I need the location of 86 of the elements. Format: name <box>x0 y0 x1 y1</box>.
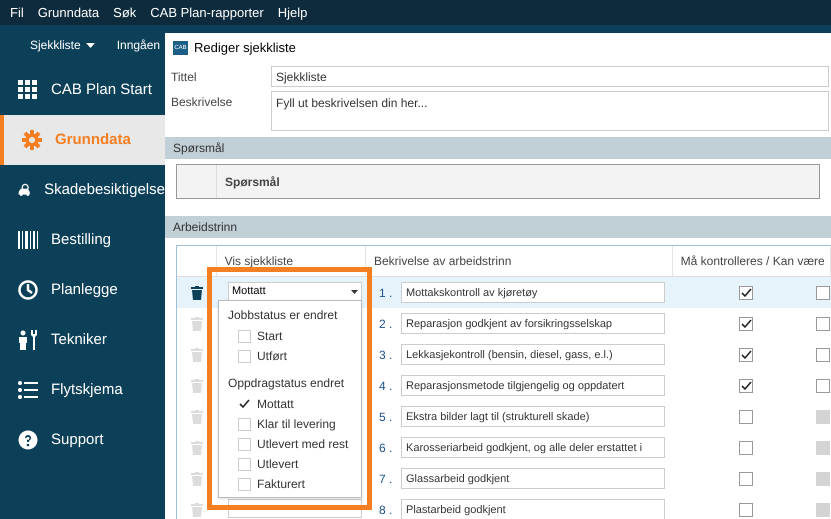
checkbox[interactable] <box>238 418 251 430</box>
checkbox[interactable] <box>238 478 251 490</box>
checkbox[interactable] <box>238 438 251 450</box>
caret-icon <box>351 290 358 294</box>
checkbox[interactable] <box>238 458 251 470</box>
option-label[interactable]: Start <box>257 327 282 345</box>
step-description-field[interactable]: Karosseriarbeid godkjent, og alle deler erstattet i <box>401 437 665 458</box>
description-field[interactable]: Fyll ut beskrivelsen din her... <box>271 91 829 131</box>
checkbox[interactable] <box>238 330 251 342</box>
sidebar-item[interactable]: Tekniker <box>0 315 165 365</box>
trash-icon[interactable] <box>191 286 203 300</box>
step-number: 1 . <box>379 284 394 302</box>
check-icon <box>239 399 250 409</box>
checkbox[interactable] <box>739 378 753 392</box>
check-icon <box>740 380 752 390</box>
menu-item[interactable]: CAB Plan-rapporter <box>150 2 264 22</box>
group-heading: Oppdragstatus endret <box>227 375 346 392</box>
column-header: Må kontrolleres / Kan være <box>680 253 825 270</box>
step-description-field[interactable]: Mottakskontroll av kjøretøy <box>401 282 665 303</box>
barcode-icon <box>18 230 38 250</box>
option-label[interactable]: Utlevert <box>257 455 298 473</box>
step-description-field[interactable]: Glassarbeid godkjent <box>401 468 665 489</box>
grid-icon <box>18 80 38 100</box>
sidebar-item[interactable]: Support <box>0 415 165 465</box>
sidebar-item[interactable]: Skadebesiktigelse <box>0 165 165 215</box>
checkbox[interactable] <box>816 286 830 300</box>
group-heading: Jobbstatus er endret <box>227 307 338 324</box>
sidebar-item[interactable]: CAB Plan Start <box>0 65 165 115</box>
section-header: Spørsmål <box>165 137 831 159</box>
checkbox[interactable] <box>816 316 830 330</box>
step-number: 7 . <box>379 470 394 488</box>
dialog-title: Rediger sjekkliste <box>194 38 296 57</box>
column-header: Bekrivelse av arbeidstrinn <box>374 253 512 270</box>
checkbox[interactable] <box>739 286 753 300</box>
step-number: 5 . <box>379 408 394 426</box>
column-header: Spørsmål <box>224 174 280 190</box>
sidebar-item[interactable]: Planlegge <box>0 265 165 315</box>
menu-item[interactable]: Hjelp <box>278 2 308 22</box>
column-header: Vis sjekkliste <box>224 253 294 270</box>
menu-item[interactable]: Fil <box>10 2 24 22</box>
menu-item[interactable]: Søk <box>113 2 136 22</box>
section-header: Arbeidstrinn <box>165 216 831 238</box>
toolbar-menu[interactable]: Inngåen <box>116 36 160 54</box>
help-icon <box>18 430 38 450</box>
option-label[interactable]: Utført <box>257 347 287 365</box>
checkbox[interactable] <box>739 472 753 486</box>
step-description-field[interactable]: Plastarbeid godkjent <box>401 499 665 519</box>
checkbox[interactable] <box>238 398 251 410</box>
checkbox[interactable] <box>739 502 753 516</box>
step-description-field[interactable]: Lekkasjekontroll (bensin, diesel, gass, e.l.) <box>401 344 665 365</box>
checkbox[interactable] <box>739 410 753 424</box>
checkbox[interactable] <box>816 348 830 362</box>
check-icon <box>740 318 752 328</box>
dropdown-field[interactable]: Mottatt <box>228 282 362 301</box>
option-label[interactable]: Mottatt <box>257 395 294 413</box>
checkbox[interactable] <box>739 316 753 330</box>
step-number: 6 . <box>379 440 394 456</box>
toolbar-menu[interactable]: Sjekkliste <box>30 36 95 54</box>
list-icon <box>18 380 38 400</box>
option-label[interactable]: Fakturert <box>257 475 306 493</box>
sidebar-item[interactable]: Flytskjema <box>0 365 165 415</box>
option-label[interactable]: Utlevert med rest <box>257 435 348 453</box>
caret-icon <box>86 42 95 48</box>
step-description-field[interactable]: Ekstra bilder lagt til (strukturell skade) <box>401 406 665 427</box>
step-number: 4 . <box>379 378 394 394</box>
menu-item[interactable]: Grunndata <box>38 2 100 22</box>
step-number: 2 . <box>379 316 394 332</box>
gear-icon <box>22 130 42 150</box>
field-label: Tittel <box>171 69 198 86</box>
check-icon <box>740 288 752 298</box>
checkbox[interactable] <box>238 350 251 362</box>
check-icon <box>740 350 752 360</box>
title-field[interactable]: Sjekkliste <box>271 66 829 87</box>
step-number: 3 . <box>379 346 394 364</box>
step-number: 8 . <box>379 502 394 518</box>
checkbox[interactable] <box>739 440 753 454</box>
field-label: Beskrivelse <box>171 94 234 111</box>
step-description-field[interactable]: Reparasjonsmetode tilgjengelig og oppdatert <box>401 375 665 396</box>
option-label[interactable]: Klar til levering <box>257 415 336 433</box>
step-description-field[interactable]: Reparasjon godkjent av forsikringsselskap <box>401 313 665 334</box>
selected-row[interactable]: Mottatt 1 . Mottakskontroll av kjøretøy <box>177 277 831 308</box>
sidebar-item[interactable]: Bestilling <box>0 215 165 265</box>
checkbox[interactable] <box>739 348 753 362</box>
clock-icon <box>18 280 38 300</box>
person-wrench-icon <box>18 330 38 350</box>
checkbox[interactable] <box>816 378 830 392</box>
